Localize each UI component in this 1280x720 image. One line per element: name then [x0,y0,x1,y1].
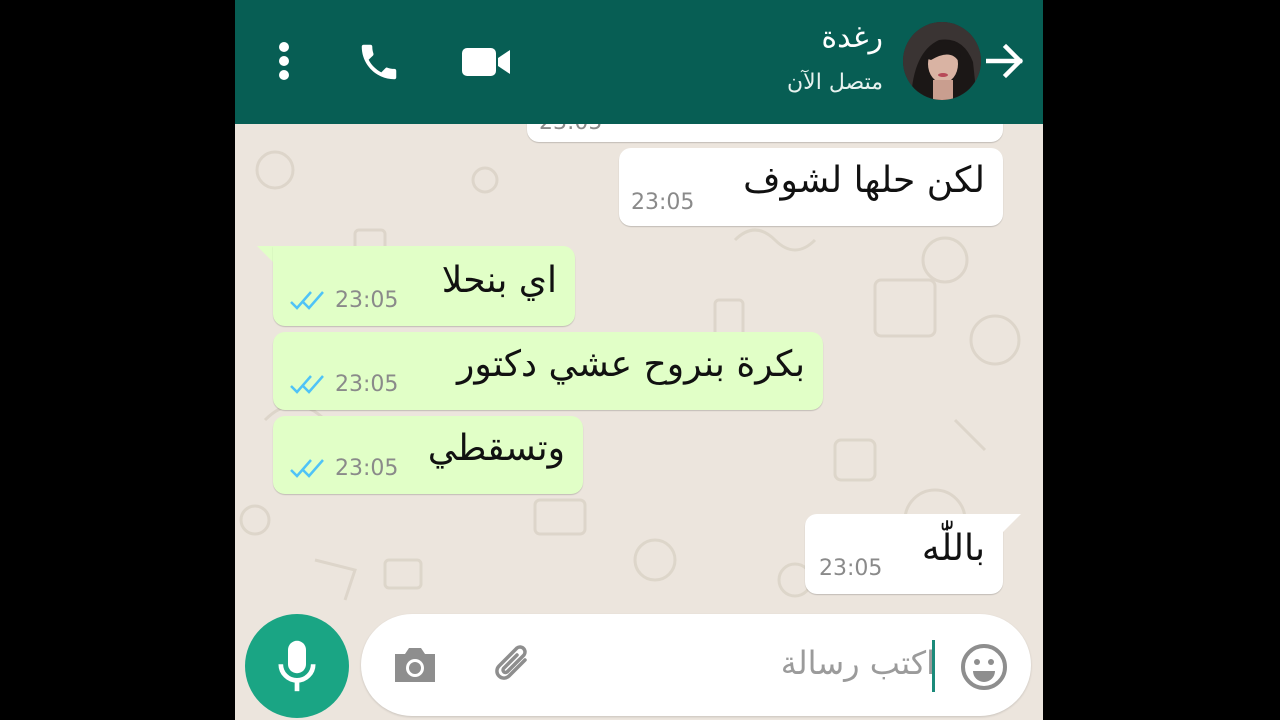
phone-icon[interactable] [353,36,405,88]
message-text: لكن حلها لشوف [743,160,985,201]
video-camera-icon[interactable] [459,40,515,84]
message-time: 23:05 [631,190,695,215]
read-ticks-icon [290,291,324,310]
message-text: باللّٰه [921,528,985,569]
mic-button[interactable] [245,614,349,718]
message-bubble[interactable]: لكن حلها لشوف 23:05 [619,148,1003,226]
message-bubble[interactable]: بكرة بنروح عشي دكتور 23:05 [273,332,823,410]
emoji-icon[interactable] [959,642,1009,692]
bubble-tail [1001,514,1021,534]
contact-name[interactable]: رغدة [821,20,883,55]
contact-status: متصل الآن [787,70,883,95]
mic-icon [278,640,316,692]
more-vert-icon[interactable] [269,38,299,84]
message-input-bar[interactable]: اكتب رسالة [361,614,1031,716]
message-input-placeholder[interactable]: اكتب رسالة [781,644,935,682]
camera-icon[interactable] [391,644,439,686]
message-bubble[interactable]: باللّٰه 23:05 [805,514,1003,594]
read-ticks-icon [290,375,324,394]
text-cursor [932,640,935,692]
arrow-right-icon[interactable] [983,38,1029,84]
message-text: وتسقطي [427,428,565,469]
message-time: 23:05 [335,288,399,313]
message-time: 23:05 [335,456,399,481]
message-bubble[interactable]: وتسقطي 23:05 [273,416,583,494]
attach-icon[interactable] [487,640,539,692]
message-time: 23:05 [819,556,883,581]
chat-screen: رغدة متصل الآن 23:05 لكن حلها لشوف 23:05… [235,0,1043,720]
message-text: اي بنحلا [441,260,557,301]
message-bubble[interactable]: اي بنحلا 23:05 [273,246,575,326]
avatar[interactable] [903,22,981,100]
chat-header: رغدة متصل الآن [235,0,1043,124]
message-text: بكرة بنروح عشي دكتور [457,344,805,385]
message-time: 23:05 [335,372,399,397]
read-ticks-icon [290,459,324,478]
